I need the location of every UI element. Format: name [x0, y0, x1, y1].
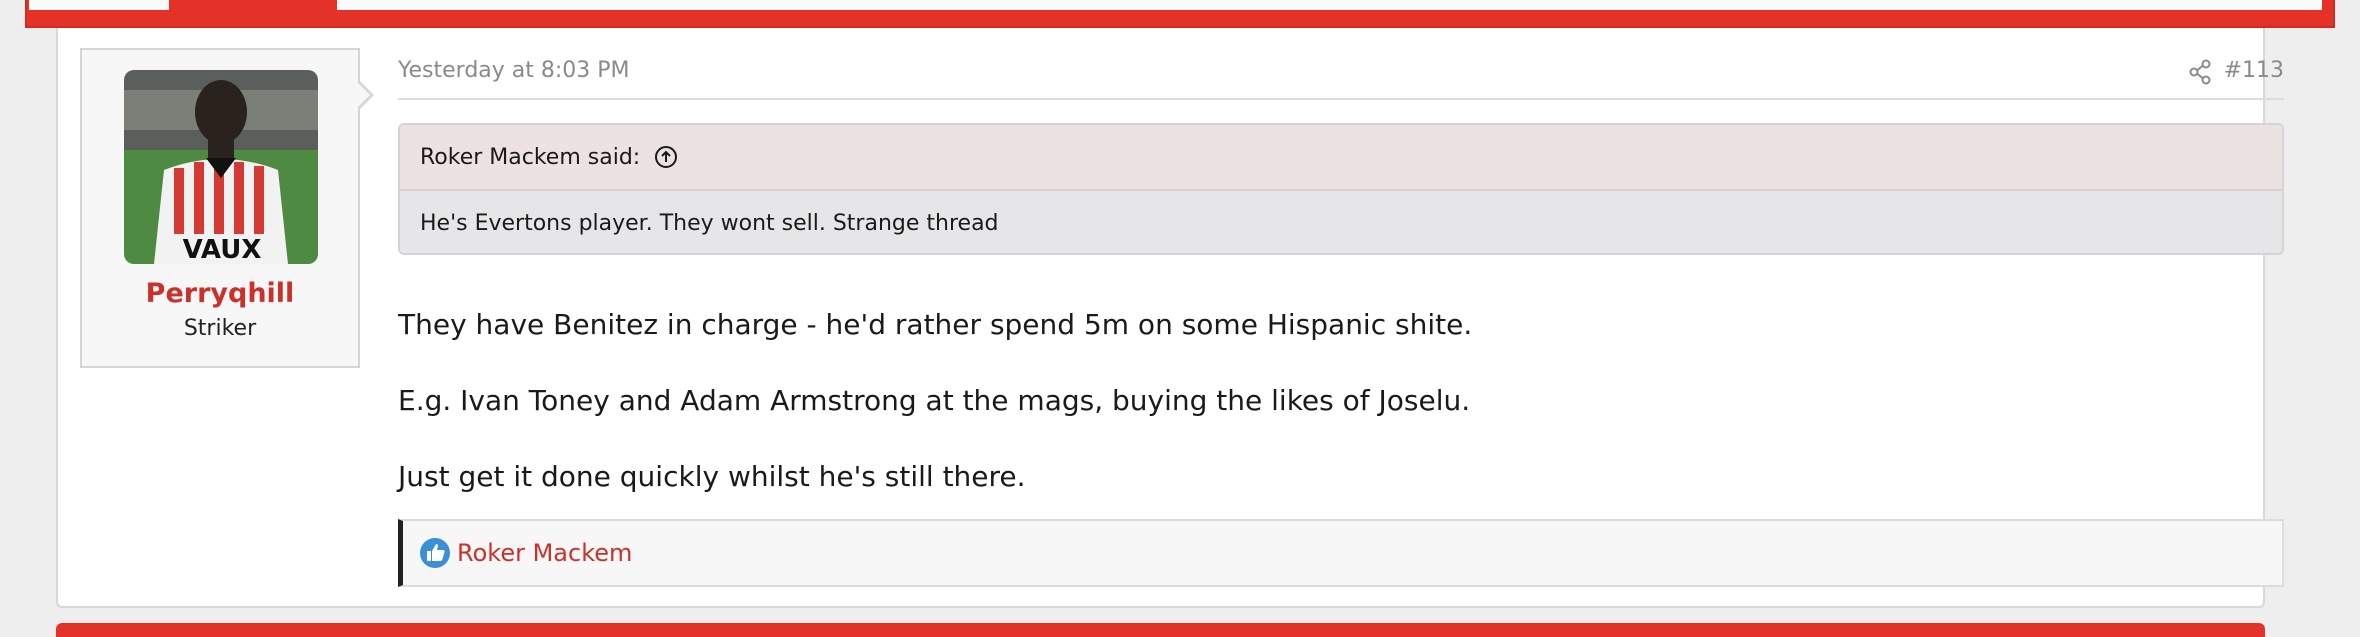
- post-paragraph: They have Benitez in charge - he'd rathe…: [398, 308, 1473, 341]
- share-icon[interactable]: [2186, 58, 2214, 86]
- reaction-user-link[interactable]: Roker Mackem: [457, 539, 632, 567]
- post-paragraph: Just get it done quickly whilst he's sti…: [398, 460, 1026, 493]
- quote-author-label[interactable]: Roker Mackem said:: [420, 145, 640, 170]
- user-title: Striker: [183, 316, 257, 341]
- arrow-up-circle-icon[interactable]: [654, 145, 678, 169]
- quote-box: Roker Mackem said: He's Evertons player.…: [398, 123, 2284, 255]
- user-info-box: VAUX Perryqhill Striker: [80, 48, 374, 368]
- like-icon: [419, 537, 451, 569]
- next-post-header-strip: [56, 623, 2265, 637]
- post-card: VAUX Perryqhill Striker Yesterday at 8:0…: [56, 28, 2284, 608]
- post-number-link[interactable]: #113: [2224, 58, 2284, 83]
- header-tab-right: [337, 0, 2322, 10]
- quote-text: He's Evertons player. They wont sell. St…: [400, 191, 2282, 253]
- quote-header: Roker Mackem said:: [400, 125, 2282, 191]
- post-date[interactable]: Yesterday at 8:03 PM: [398, 58, 630, 83]
- username[interactable]: Perryqhill: [82, 278, 358, 309]
- avatar[interactable]: VAUX: [124, 70, 318, 264]
- reactions-bar: Roker Mackem: [398, 519, 2284, 587]
- avatar-shirt-text: VAUX: [183, 235, 262, 264]
- post-paragraph: E.g. Ivan Toney and Adam Armstrong at th…: [398, 384, 1471, 417]
- header-tab-left: [29, 0, 169, 10]
- user-box-arrow: [357, 80, 374, 110]
- thread-header-strip: [25, 0, 2335, 28]
- post-meta: Yesterday at 8:03 PM #113: [398, 48, 2284, 100]
